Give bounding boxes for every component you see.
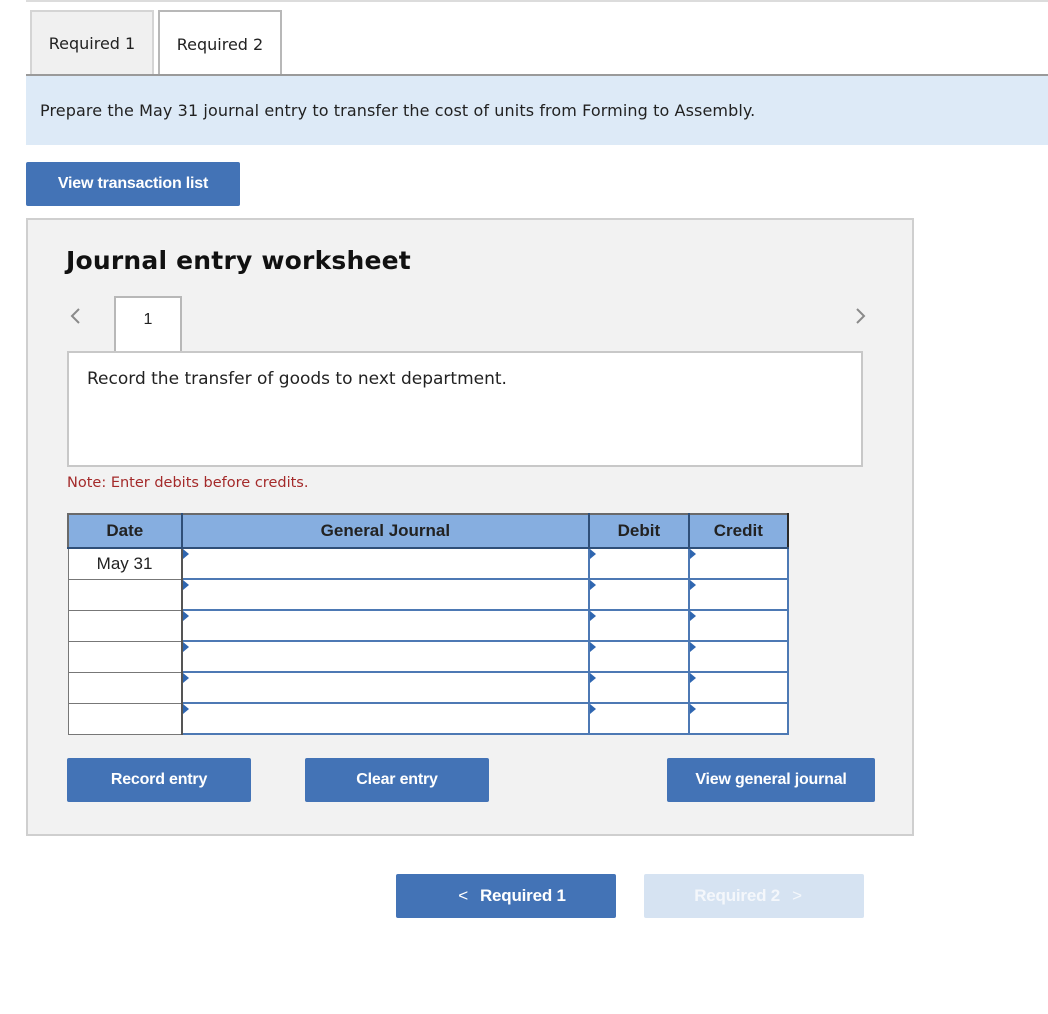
chevron-left-icon[interactable]	[64, 304, 88, 328]
account-input[interactable]	[180, 702, 591, 735]
column-header-date: Date	[67, 513, 183, 549]
account-input[interactable]	[180, 671, 591, 704]
credit-input[interactable]	[687, 547, 790, 580]
top-divider	[26, 0, 1048, 2]
date-cell: May 31	[67, 547, 183, 580]
debit-input[interactable]	[588, 609, 690, 642]
table-row: May 31	[67, 547, 790, 580]
entry-description: Record the transfer of goods to next dep…	[87, 369, 507, 389]
column-header-credit: Credit	[687, 513, 790, 549]
debit-input[interactable]	[588, 578, 690, 611]
chevron-right-icon[interactable]	[848, 304, 872, 328]
journal-entry-worksheet: Journal entry worksheet 1 Record the tra…	[26, 218, 914, 836]
credit-input[interactable]	[687, 702, 790, 735]
debit-input[interactable]	[588, 702, 690, 735]
debit-input[interactable]	[588, 547, 690, 580]
table-row	[67, 640, 790, 673]
account-input[interactable]	[180, 609, 591, 642]
account-input[interactable]	[180, 547, 591, 580]
tab-required-2[interactable]: Required 2	[158, 10, 282, 76]
worksheet-title: Journal entry worksheet	[66, 246, 411, 275]
clear-entry-button[interactable]: Clear entry	[305, 758, 489, 802]
table-row	[67, 671, 790, 704]
chevron-right-icon: >	[792, 886, 802, 905]
date-cell	[67, 671, 183, 704]
account-input[interactable]	[180, 578, 591, 611]
record-entry-button[interactable]: Record entry	[67, 758, 251, 802]
column-header-general-journal: General Journal	[180, 513, 591, 549]
entry-note: Note: Enter debits before credits.	[67, 475, 309, 491]
credit-input[interactable]	[687, 640, 790, 673]
date-cell	[67, 578, 183, 611]
next-button-label: Required 2	[694, 886, 781, 905]
credit-input[interactable]	[687, 671, 790, 704]
prev-button-label: Required 1	[479, 886, 566, 905]
table-row	[67, 609, 790, 642]
chevron-left-icon: <	[458, 886, 468, 905]
debit-input[interactable]	[588, 640, 690, 673]
instruction-banner: Prepare the May 31 journal entry to tran…	[26, 76, 1048, 145]
entry-description-box: Record the transfer of goods to next dep…	[67, 351, 863, 467]
column-header-debit: Debit	[588, 513, 690, 549]
entry-tab-1[interactable]: 1	[114, 296, 182, 352]
debit-input[interactable]	[588, 671, 690, 704]
instruction-text: Prepare the May 31 journal entry to tran…	[40, 101, 756, 120]
next-required-2-button: Required 2 >	[644, 874, 864, 918]
date-cell	[67, 640, 183, 673]
journal-header-row: Date General Journal Debit Credit	[67, 513, 790, 549]
table-row	[67, 702, 790, 735]
previous-required-1-button[interactable]: < Required 1	[396, 874, 616, 918]
account-input[interactable]	[180, 640, 591, 673]
view-general-journal-button[interactable]: View general journal	[667, 758, 875, 802]
table-row	[67, 578, 790, 611]
date-cell	[67, 609, 183, 642]
tab-required-1[interactable]: Required 1	[30, 10, 154, 74]
credit-input[interactable]	[687, 609, 790, 642]
view-transaction-list-button[interactable]: View transaction list	[26, 162, 240, 206]
date-cell	[67, 702, 183, 735]
credit-input[interactable]	[687, 578, 790, 611]
journal-table: Date General Journal Debit Credit May 31	[67, 513, 790, 735]
